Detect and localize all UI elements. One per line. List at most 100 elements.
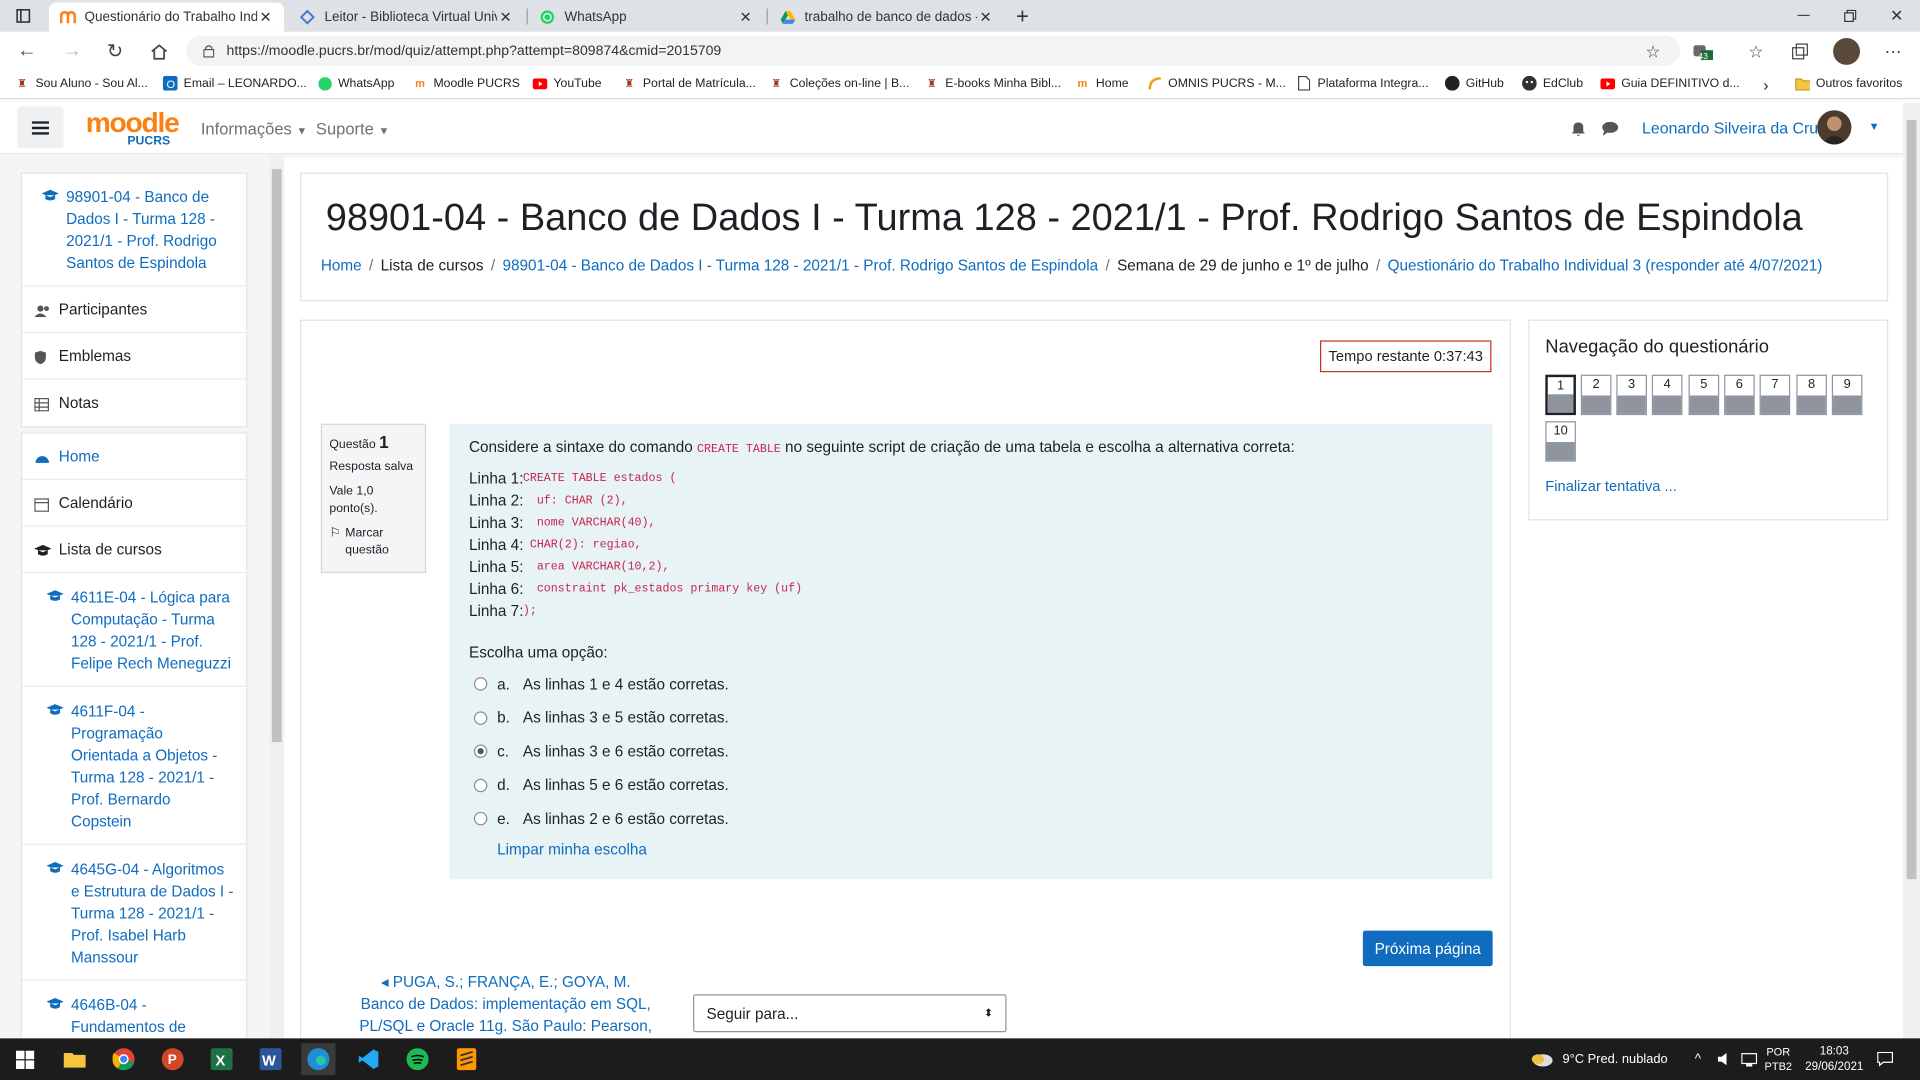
scrollbar-thumb[interactable] xyxy=(1906,120,1917,880)
chevron-right-icon[interactable]: › xyxy=(1763,76,1768,94)
next-page-button[interactable]: Próxima página xyxy=(1362,930,1493,967)
close-icon[interactable]: ✕ xyxy=(977,9,994,26)
finish-attempt-link[interactable]: Finalizar tentativa ... xyxy=(1545,478,1676,495)
option-a[interactable]: a. As linhas 1 e 4 estão corretas. xyxy=(473,667,729,701)
menu-icon[interactable] xyxy=(17,106,64,149)
chrome-icon[interactable] xyxy=(107,1043,141,1075)
radio-button[interactable] xyxy=(473,711,488,725)
bell-icon[interactable] xyxy=(1571,120,1586,136)
bookmark-item[interactable]: ♜ Coleções on-line | B... xyxy=(769,76,909,91)
excel-icon[interactable]: X xyxy=(204,1043,238,1075)
quiz-nav-question-9[interactable]: 9 xyxy=(1831,374,1863,416)
drawer-course-link[interactable]: 4611F-04 - Programação Orientada a Objet… xyxy=(22,687,247,845)
other-bookmarks[interactable]: Outros favoritos xyxy=(1795,76,1902,91)
sublime-icon[interactable] xyxy=(449,1043,483,1075)
quiz-nav-question-7[interactable]: 7 xyxy=(1759,374,1791,416)
chat-icon[interactable] xyxy=(1602,121,1619,136)
radio-button[interactable] xyxy=(473,812,488,826)
user-avatar[interactable] xyxy=(1817,110,1852,145)
bookmark-item[interactable]: OMNIS PUCRS - M... xyxy=(1147,76,1286,91)
more-icon[interactable]: ⋯ xyxy=(1881,39,1905,63)
radio-button[interactable] xyxy=(473,677,488,691)
drawer-item-participantes[interactable]: Participantes xyxy=(22,287,247,334)
weather-widget[interactable]: 9°C Pred. nublado xyxy=(1531,1038,1668,1080)
quiz-nav-question-5[interactable]: 5 xyxy=(1688,374,1720,416)
back-icon[interactable]: ← xyxy=(15,39,39,63)
breadcrumb-quiz[interactable]: Questionário do Trabalho Individual 3 (r… xyxy=(1388,257,1823,274)
close-icon[interactable]: ✕ xyxy=(497,9,514,26)
word-icon[interactable]: W xyxy=(253,1043,287,1075)
quiz-nav-question-4[interactable]: 4 xyxy=(1651,374,1683,416)
breadcrumb-course[interactable]: 98901-04 - Banco de Dados I - Turma 128 … xyxy=(503,257,1099,274)
close-icon[interactable]: ✕ xyxy=(737,9,754,26)
bookmark-item[interactable]: ♜ Portal de Matrícula... xyxy=(622,76,755,91)
tab-actions-icon[interactable] xyxy=(10,0,37,32)
drawer-course-link[interactable]: 4611E-04 - Lógica para Computação - Turm… xyxy=(22,573,247,687)
breadcrumb-home[interactable]: Home xyxy=(321,257,362,274)
flag-question[interactable]: ⚐ Marcar questão xyxy=(329,525,417,559)
drawer-course-link[interactable]: 98901-04 - Banco de Dados I - Turma 128 … xyxy=(22,174,247,287)
window-close-icon[interactable]: ✕ xyxy=(1878,0,1915,32)
quiz-nav-question-8[interactable]: 8 xyxy=(1796,374,1827,416)
reload-icon[interactable]: ↻ xyxy=(103,39,127,63)
network-icon[interactable] xyxy=(1741,1038,1758,1080)
profile-avatar[interactable] xyxy=(1833,37,1861,65)
clear-choice-link[interactable]: Limpar minha escolha xyxy=(497,841,647,858)
drawer-scrollbar[interactable] xyxy=(269,154,285,1039)
drawer-item-notas[interactable]: Notas xyxy=(22,380,246,427)
bookmark-item[interactable]: EdClub xyxy=(1522,75,1583,91)
quiz-nav-question-10[interactable]: 10 xyxy=(1545,421,1576,462)
option-d[interactable]: d. As linhas 5 e 6 estão corretas. xyxy=(473,768,729,802)
drawer-item-emblemas[interactable]: Emblemas xyxy=(22,333,247,380)
notifications-icon[interactable] xyxy=(1877,1038,1894,1080)
tab-drive[interactable]: trabalho de banco de dados - Google Driv… xyxy=(769,2,1004,31)
bookmark-item[interactable]: YouTube xyxy=(532,76,602,91)
bookmark-item[interactable]: GitHub xyxy=(1444,75,1504,91)
scrollbar-thumb[interactable] xyxy=(271,168,282,743)
forward-icon[interactable]: → xyxy=(60,39,84,63)
menu-informacoes[interactable]: Informações ▼ xyxy=(201,120,308,138)
drawer-course-link[interactable]: 4645G-04 - Algoritmos e Estrutura de Dad… xyxy=(22,845,247,981)
drawer-item-home[interactable]: Home xyxy=(22,433,247,481)
spotify-icon[interactable] xyxy=(400,1043,434,1075)
chevron-up-icon[interactable]: ^ xyxy=(1695,1038,1701,1080)
bookmark-item[interactable]: ♜ Sou Aluno - Sou Al... xyxy=(15,76,148,91)
powerpoint-icon[interactable]: P xyxy=(156,1043,190,1075)
option-b[interactable]: b. As linhas 3 e 5 estão corretas. xyxy=(473,701,729,735)
favorites-icon[interactable]: ☆ xyxy=(1744,39,1768,63)
moodle-logo[interactable]: moodle PUCRS xyxy=(86,108,180,148)
drawer-item-calendario[interactable]: Calendário xyxy=(22,480,247,527)
minimize-icon[interactable] xyxy=(1785,0,1822,32)
quiz-nav-question-1[interactable]: 1 xyxy=(1545,374,1576,416)
option-c[interactable]: c. As linhas 3 e 6 estão corretas. xyxy=(473,735,729,769)
tab-quiz[interactable]: Questionário do Trabalho Individual 3 ✕ xyxy=(48,2,285,32)
menu-suporte[interactable]: Suporte ▼ xyxy=(316,120,389,138)
bookmark-item[interactable]: O Email – LEONARDO... xyxy=(162,75,307,91)
drawer-item-lista-de-cursos[interactable]: Lista de cursos xyxy=(22,527,247,574)
jump-to-select[interactable]: Seguir para... ⬍ xyxy=(693,994,1007,1033)
bookmark-item[interactable]: WhatsApp xyxy=(317,76,394,91)
windows-start-icon[interactable] xyxy=(7,1043,41,1075)
radio-button-selected[interactable] xyxy=(473,744,488,759)
edge-icon[interactable] xyxy=(301,1043,336,1076)
bookmark-item[interactable]: m Home xyxy=(1075,76,1129,91)
radio-button[interactable] xyxy=(473,778,488,792)
tab-whatsapp[interactable]: WhatsApp ✕ xyxy=(529,2,764,31)
address-bar[interactable]: https://moodle.pucrs.br/mod/quiz/attempt… xyxy=(186,35,1681,67)
quiz-nav-question-6[interactable]: 6 xyxy=(1724,374,1755,416)
option-e[interactable]: e. As linhas 2 e 6 estão corretas. xyxy=(473,802,729,836)
home-icon[interactable] xyxy=(147,39,171,63)
bookmark-item[interactable]: Guia DEFINITIVO d... xyxy=(1600,76,1740,91)
bookmark-item[interactable]: ♜ E-books Minha Bibl... xyxy=(924,76,1061,91)
close-icon[interactable]: ✕ xyxy=(257,9,274,26)
page-scrollbar[interactable] xyxy=(1902,102,1920,1039)
restore-icon[interactable] xyxy=(1832,0,1869,32)
new-tab-icon[interactable]: + xyxy=(1009,0,1036,32)
clock[interactable]: 18:03 29/06/2021 xyxy=(1802,1038,1866,1080)
vscode-icon[interactable] xyxy=(351,1043,385,1075)
file-explorer-icon[interactable] xyxy=(58,1043,92,1075)
language-indicator[interactable]: POR PTB2 xyxy=(1764,1038,1792,1080)
quiz-nav-question-3[interactable]: 3 xyxy=(1616,374,1647,416)
caret-down-icon[interactable]: ▼ xyxy=(1869,120,1880,132)
collections-icon[interactable] xyxy=(1788,39,1812,63)
